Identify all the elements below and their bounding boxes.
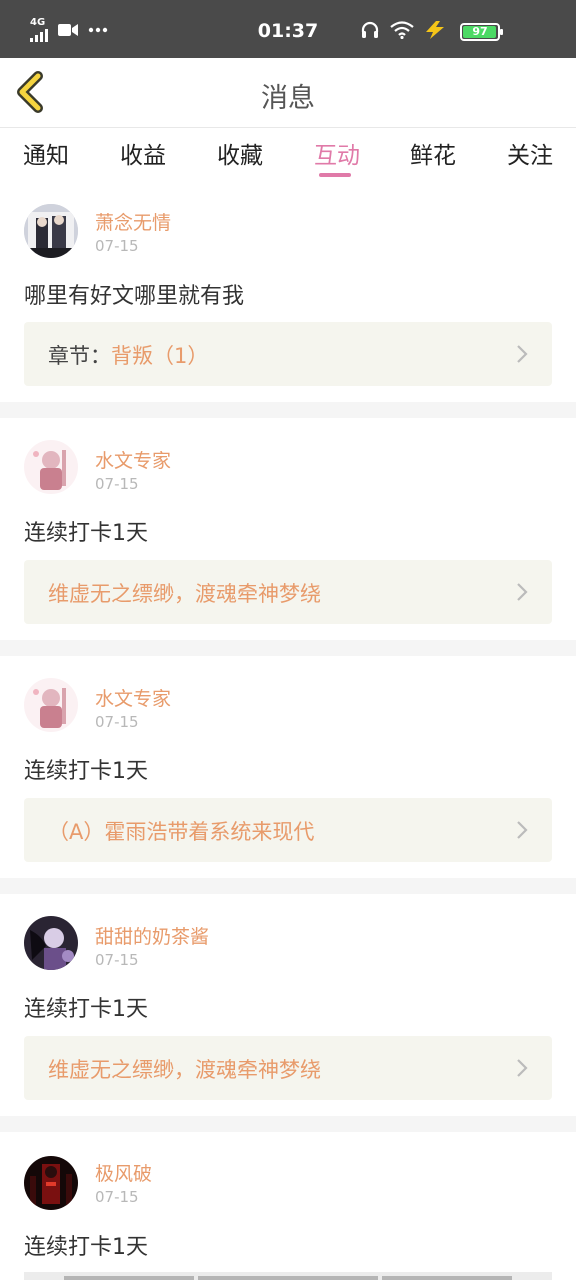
reference-text: 维虚无之缥缈，渡魂牵神梦绕	[48, 1054, 321, 1084]
avatar[interactable]	[24, 916, 78, 970]
battery-icon: 97	[460, 23, 503, 41]
reference-title: 维虚无之缥缈，渡魂牵神梦绕	[48, 1058, 321, 1082]
message-date: 07-15	[95, 237, 139, 255]
message-date: 07-15	[95, 1188, 139, 1206]
status-bar: 4G 01:37 97	[0, 0, 576, 58]
message-text: 哪里有好文哪里就有我	[24, 284, 245, 309]
charging-bolt-icon	[426, 21, 444, 39]
divider	[0, 878, 576, 894]
username[interactable]: 水文专家	[95, 684, 171, 711]
chevron-right-icon	[517, 821, 528, 839]
avatar-image	[24, 678, 78, 732]
tab-notifications[interactable]: 通知	[6, 136, 86, 170]
reference-text: （A）霍雨浩带着系统来现代	[48, 816, 314, 846]
message-text: 连续打卡1天	[24, 759, 148, 784]
headphones-icon	[361, 21, 379, 38]
tab-interactions-label: 互动	[314, 143, 360, 169]
page-title: 消息	[261, 83, 315, 114]
active-tab-indicator	[319, 173, 351, 177]
thumbnail-strip	[198, 1276, 378, 1280]
reference-title: 背叛（1）	[111, 344, 209, 368]
username[interactable]: 极风破	[95, 1159, 152, 1186]
avatar[interactable]	[24, 678, 78, 732]
chevron-right-icon	[517, 1059, 528, 1077]
thumbnail-strip	[64, 1276, 194, 1280]
reference-title: 维虚无之缥缈，渡魂牵神梦绕	[48, 582, 321, 606]
message-card: 水文专家 07-15 连续打卡1天 维虚无之缥缈，渡魂牵神梦绕	[0, 418, 576, 640]
tab-earnings[interactable]: 收益	[103, 136, 183, 170]
avatar-image	[24, 204, 78, 258]
avatar[interactable]	[24, 1156, 78, 1210]
tab-interactions[interactable]: 互动	[297, 136, 377, 177]
avatar[interactable]	[24, 440, 78, 494]
message-card: 极风破 07-15 连续打卡1天	[0, 1132, 576, 1280]
avatar-image	[24, 1156, 78, 1210]
avatar-image	[24, 440, 78, 494]
header: 消息	[0, 58, 576, 128]
divider	[0, 1116, 576, 1132]
thumbnail-strip	[382, 1276, 512, 1280]
reference-link[interactable]: （A）霍雨浩带着系统来现代	[24, 798, 552, 862]
status-right	[360, 20, 446, 40]
reference-text: 章节：背叛（1）	[48, 340, 208, 370]
tab-following[interactable]: 关注	[490, 136, 570, 170]
message-date: 07-15	[95, 951, 139, 969]
reference-link[interactable]: 维虚无之缥缈，渡魂牵神梦绕	[24, 560, 552, 624]
message-text: 连续打卡1天	[24, 1235, 148, 1260]
reference-title: （A）霍雨浩带着系统来现代	[48, 820, 315, 844]
divider	[0, 402, 576, 418]
reference-link[interactable]: 维虚无之缥缈，渡魂牵神梦绕	[24, 1036, 552, 1100]
tab-flowers[interactable]: 鲜花	[393, 136, 473, 170]
avatar-image	[24, 916, 78, 970]
message-date: 07-15	[95, 713, 139, 731]
message-date: 07-15	[95, 475, 139, 493]
reference-link[interactable]: 章节：背叛（1）	[24, 322, 552, 386]
reference-link-partial[interactable]	[24, 1272, 552, 1280]
battery-level: 97	[472, 25, 488, 38]
message-card: 萧念无情 07-15 哪里有好文哪里就有我 章节：背叛（1）	[0, 184, 576, 402]
message-text: 连续打卡1天	[24, 997, 148, 1022]
username[interactable]: 甜甜的奶茶酱	[95, 922, 209, 949]
tab-bar: 通知 收益 收藏 互动 鲜花 关注	[0, 128, 576, 184]
reference-prefix: 章节：	[48, 344, 111, 368]
message-card: 水文专家 07-15 连续打卡1天 （A）霍雨浩带着系统来现代	[0, 656, 576, 878]
chevron-right-icon	[517, 583, 528, 601]
message-text: 连续打卡1天	[24, 521, 148, 546]
wifi-icon	[390, 21, 414, 39]
username[interactable]: 水文专家	[95, 446, 171, 473]
reference-text: 维虚无之缥缈，渡魂牵神梦绕	[48, 578, 321, 608]
tab-favorites[interactable]: 收藏	[200, 136, 280, 170]
message-card: 甜甜的奶茶酱 07-15 连续打卡1天 维虚无之缥缈，渡魂牵神梦绕	[0, 894, 576, 1116]
username[interactable]: 萧念无情	[95, 208, 171, 235]
divider	[0, 640, 576, 656]
chevron-right-icon	[517, 345, 528, 363]
avatar[interactable]	[24, 204, 78, 258]
